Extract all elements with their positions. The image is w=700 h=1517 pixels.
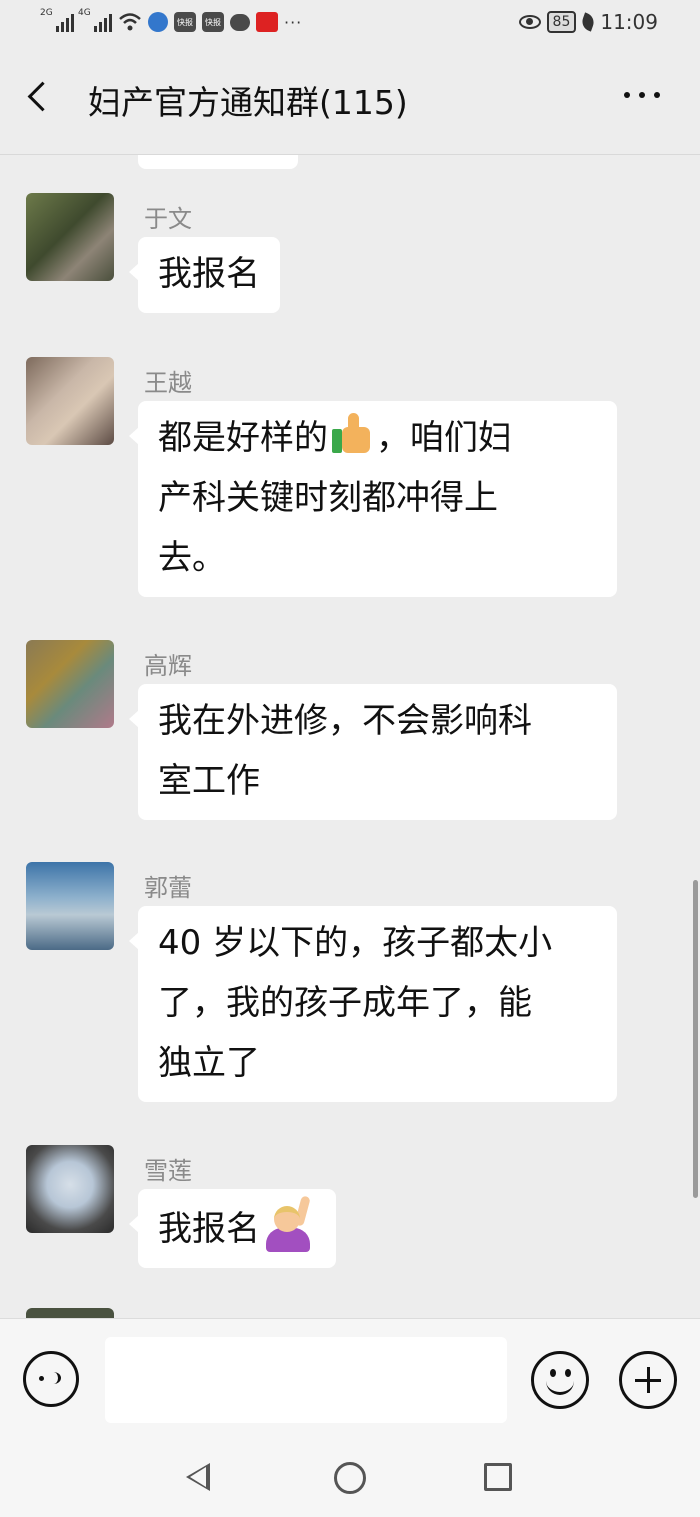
message-bubble[interactable]: 40 岁以下的，孩子都太小 了，我的孩子成年了，能 独立了 xyxy=(129,906,617,1102)
news-app-icon-2: 快报 xyxy=(202,12,224,32)
avatar[interactable] xyxy=(26,1308,114,1318)
sender-name: 王越 xyxy=(144,369,192,397)
message-line: 室工作 xyxy=(158,761,260,801)
scrollbar[interactable] xyxy=(693,880,698,1198)
status-time: 11:09 xyxy=(600,10,658,34)
emoji-button[interactable] xyxy=(531,1351,589,1409)
sender-name: 于文 xyxy=(144,205,192,233)
input-bar xyxy=(0,1318,700,1439)
status-bar: 2G 4G 快报 快报 ··· 85 11:09 xyxy=(0,0,700,50)
person-raising-hand-icon xyxy=(260,1195,316,1252)
news-app-icon: 快报 xyxy=(174,12,196,32)
voice-input-button[interactable] xyxy=(23,1351,79,1407)
system-nav-bar xyxy=(0,1438,700,1517)
previous-message-bubble[interactable] xyxy=(138,155,298,169)
message-line: 去。 xyxy=(158,538,226,578)
power-saving-icon xyxy=(579,12,597,32)
more-functions-button[interactable] xyxy=(619,1351,677,1409)
message-bubble[interactable]: 我在外进修，不会影响科 室工作 xyxy=(129,684,617,820)
nav-recent-apps-button[interactable] xyxy=(484,1463,512,1491)
browser-app-icon xyxy=(148,12,168,32)
avatar[interactable] xyxy=(26,640,114,728)
message-text: ，咱们妇 xyxy=(376,418,512,458)
message-line: 40 岁以下的，孩子都太小 xyxy=(158,923,553,963)
wifi-icon xyxy=(119,13,141,31)
message-line: 了，我的孩子成年了，能 xyxy=(158,983,532,1023)
sender-name: 郭蕾 xyxy=(144,874,192,902)
chat-title: 妇产官方通知群(115) xyxy=(88,83,408,122)
message-bubble[interactable]: 都是好样的 ，咱们妇 产科关键时刻都冲得上 去。 xyxy=(129,401,617,597)
message-line: 都是好样的 ，咱们妇 xyxy=(158,408,597,468)
message-bubble[interactable]: 我报名 xyxy=(129,1189,336,1268)
nav-back-button[interactable] xyxy=(186,1463,210,1491)
message-line: 我报名 xyxy=(158,254,260,294)
signal-2g-icon: 2G xyxy=(40,8,74,32)
avatar[interactable] xyxy=(26,357,114,445)
sender-name: 雪莲 xyxy=(144,1157,192,1185)
message-input[interactable] xyxy=(105,1337,507,1423)
avatar[interactable] xyxy=(26,193,114,281)
message-list[interactable]: 于文 我报名 王越 都是好样的 ，咱们妇 产科关键时刻都冲得上 去。 高辉 我在外… xyxy=(0,155,700,1318)
signal-4g-label: 4G xyxy=(78,8,91,18)
signal-4g-icon: 4G xyxy=(78,8,112,32)
avatar[interactable] xyxy=(26,862,114,950)
battery-level: 85 xyxy=(546,11,577,33)
message-text: 都是好样的 xyxy=(158,418,328,458)
eye-comfort-icon xyxy=(518,15,541,29)
message-app-icon xyxy=(230,13,250,31)
more-options-button[interactable] xyxy=(624,92,660,98)
avatar[interactable] xyxy=(26,1145,114,1233)
nav-home-button[interactable] xyxy=(334,1462,366,1494)
message-line: 独立了 xyxy=(158,1043,260,1083)
signal-2g-label: 2G xyxy=(40,8,53,18)
thumbs-up-icon xyxy=(330,411,374,455)
heart-app-icon xyxy=(256,12,278,32)
message-bubble[interactable]: 我报名 xyxy=(129,237,280,313)
back-button[interactable] xyxy=(27,81,58,112)
status-icons-right: 85 11:09 xyxy=(518,10,658,34)
message-text: 我报名 xyxy=(158,1209,260,1249)
status-icons-left: 2G 4G 快报 快报 ··· xyxy=(40,8,303,32)
sender-name: 高辉 xyxy=(144,652,192,680)
chat-header: 妇产官方通知群(115) xyxy=(0,50,700,155)
message-line: 产科关键时刻都冲得上 xyxy=(158,478,498,518)
more-notifications-icon: ··· xyxy=(284,12,303,32)
message-line: 我在外进修，不会影响科 xyxy=(158,701,532,741)
